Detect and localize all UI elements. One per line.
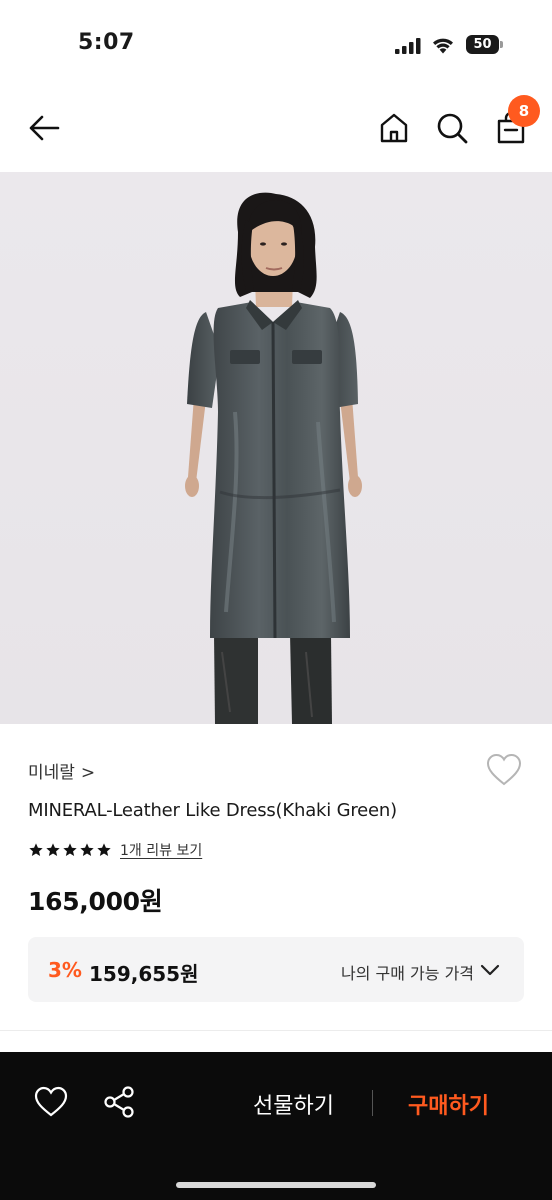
back-arrow-icon[interactable] bbox=[24, 108, 64, 148]
star-icon bbox=[29, 843, 43, 856]
battery-icon: 50 bbox=[466, 35, 503, 54]
status-time: 5:07 bbox=[78, 30, 135, 55]
brand-name: 미네랄 bbox=[28, 763, 75, 783]
discounted-price: 159,655원 bbox=[89, 962, 199, 986]
bottom-action-bar: 선물하기 구매하기 bbox=[0, 1052, 552, 1200]
star-icon bbox=[63, 843, 77, 856]
search-icon[interactable] bbox=[432, 108, 472, 148]
discount-rate: 3% bbox=[48, 958, 82, 982]
star-icon bbox=[80, 843, 94, 856]
purchasable-price-box[interactable]: 3% 159,655원 나의 구매 가능 가격 bbox=[28, 937, 524, 1002]
product-image[interactable] bbox=[0, 172, 552, 724]
gift-button[interactable]: 선물하기 bbox=[253, 1088, 334, 1120]
star-icon bbox=[97, 843, 111, 856]
star-icon bbox=[46, 843, 60, 856]
purchasable-price-label: 나의 구매 가능 가격 bbox=[341, 964, 475, 983]
share-icon[interactable] bbox=[102, 1085, 136, 1119]
cellular-signal-icon bbox=[395, 38, 421, 54]
rating-row: 1개 리뷰 보기 bbox=[28, 840, 202, 860]
cart-count-badge: 8 bbox=[508, 95, 540, 127]
brand-link[interactable]: 미네랄 > bbox=[28, 758, 95, 783]
wifi-icon bbox=[433, 38, 453, 54]
buy-button[interactable]: 구매하기 bbox=[408, 1088, 489, 1120]
section-divider bbox=[0, 1030, 552, 1031]
star-rating bbox=[28, 842, 112, 858]
heart-outline-icon[interactable] bbox=[34, 1086, 68, 1118]
home-indicator[interactable] bbox=[176, 1182, 376, 1188]
top-navigation bbox=[0, 80, 552, 172]
wishlist-heart-icon[interactable] bbox=[486, 753, 522, 787]
button-separator bbox=[372, 1090, 373, 1116]
review-link[interactable]: 1개 리뷰 보기 bbox=[120, 840, 202, 860]
product-name: MINERAL-Leather Like Dress(Khaki Green) bbox=[28, 800, 397, 821]
product-detail-screen: 5:07 50 8 미네랄 > MINERAL-Leather Like Dre… bbox=[0, 0, 552, 1200]
chevron-down-icon bbox=[480, 964, 500, 976]
brand-chevron-icon: > bbox=[80, 763, 96, 783]
battery-level: 50 bbox=[466, 35, 499, 54]
product-price: 165,000원 bbox=[28, 887, 163, 916]
home-icon[interactable] bbox=[374, 108, 414, 148]
status-bar: 5:07 50 bbox=[0, 0, 552, 80]
model-wearing-dress-illustration bbox=[185, 192, 362, 724]
